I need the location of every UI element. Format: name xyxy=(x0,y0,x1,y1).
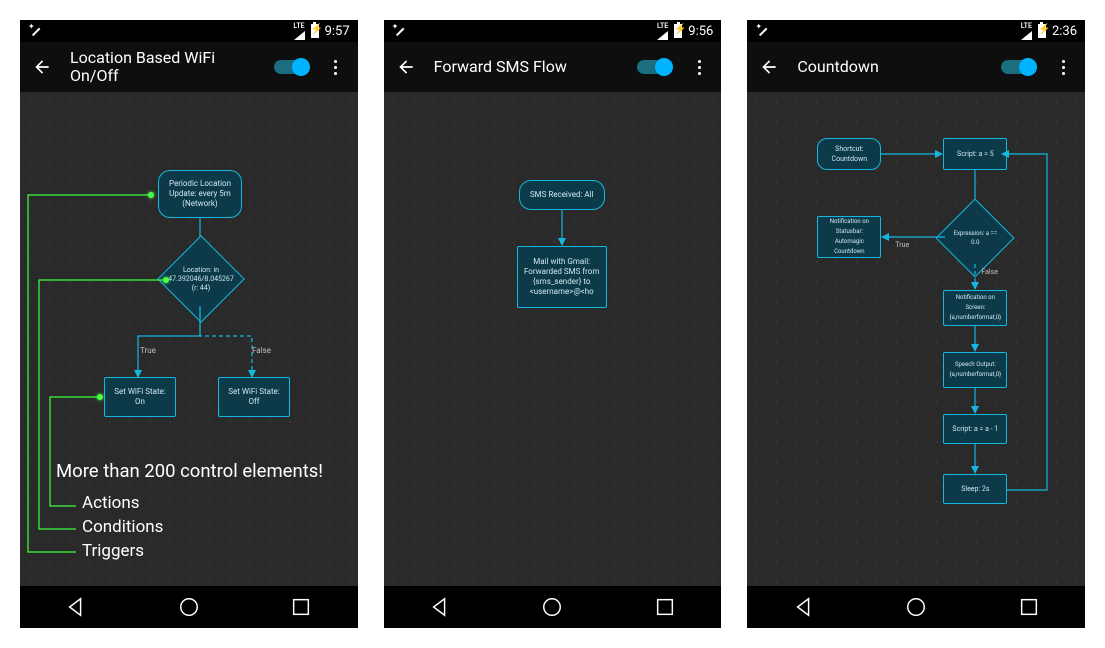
nav-recent-button[interactable] xyxy=(1018,596,1040,618)
magic-wand-icon xyxy=(755,24,769,38)
nav-recent-button[interactable] xyxy=(290,596,312,618)
phone-screen-3: LTE 2:36 Countdown Shortcut: Countdown S… xyxy=(747,20,1085,628)
flow-canvas[interactable]: Shortcut: Countdown Script: a = 5 Expres… xyxy=(747,92,1085,586)
nav-home-button[interactable] xyxy=(178,596,200,618)
nav-bar xyxy=(384,586,722,628)
magic-wand-icon xyxy=(28,24,42,38)
app-bar: Location Based WiFi On/Off xyxy=(20,42,358,92)
status-bar: LTE 9:57 xyxy=(20,20,358,42)
overflow-menu-button[interactable] xyxy=(326,57,346,77)
nav-recent-button[interactable] xyxy=(654,596,676,618)
flow-canvas[interactable]: Periodic Location Update: every 5m (Netw… xyxy=(20,92,358,586)
action-label: Mail with Gmail: Forwarded SMS from {sms… xyxy=(522,257,602,297)
clock-text: 9:56 xyxy=(688,24,713,39)
nav-home-button[interactable] xyxy=(905,596,927,618)
clock-text: 9:57 xyxy=(325,24,350,39)
app-title: Location Based WiFi On/Off xyxy=(70,49,256,85)
node-statusbar-notif[interactable]: Notification on Statusbar: Automagic Cou… xyxy=(817,216,881,258)
node-speech[interactable]: Speech Output: {a,numberformat,0} xyxy=(943,352,1007,388)
app-bar: Forward SMS Flow xyxy=(384,42,722,92)
flow-enable-toggle[interactable] xyxy=(637,60,671,74)
status-bar: LTE 2:36 xyxy=(747,20,1085,42)
nav-back-button[interactable] xyxy=(65,596,87,618)
node-script-init[interactable]: Script: a = 5 xyxy=(943,138,1007,170)
nav-home-button[interactable] xyxy=(541,596,563,618)
node-shortcut[interactable]: Shortcut: Countdown xyxy=(817,138,881,170)
battery-charging-icon xyxy=(674,24,682,38)
overflow-menu-button[interactable] xyxy=(689,57,709,77)
signal-icon: LTE xyxy=(1021,23,1032,40)
nav-bar xyxy=(747,586,1085,628)
overlay-triggers: Triggers xyxy=(82,541,144,561)
flow-enable-toggle[interactable] xyxy=(1001,60,1035,74)
status-bar: LTE 9:56 xyxy=(384,20,722,42)
app-bar: Countdown xyxy=(747,42,1085,92)
back-button[interactable] xyxy=(396,57,416,77)
nav-bar xyxy=(20,586,358,628)
phone-screen-1: LTE 9:57 Location Based WiFi On/Off Peri… xyxy=(20,20,358,628)
back-button[interactable] xyxy=(759,57,779,77)
edge-1 xyxy=(562,210,572,246)
signal-icon: LTE xyxy=(293,23,304,40)
flow-canvas[interactable]: SMS Received: All Mail with Gmail: Forwa… xyxy=(384,92,722,586)
app-title: Countdown xyxy=(797,58,983,76)
app-title: Forward SMS Flow xyxy=(434,58,620,76)
back-button[interactable] xyxy=(32,57,52,77)
node-script-dec[interactable]: Script: a = a - 1 xyxy=(943,414,1007,444)
nav-back-button[interactable] xyxy=(429,596,451,618)
phone-screen-2: LTE 9:56 Forward SMS Flow SMS Received: … xyxy=(384,20,722,628)
trigger-node[interactable]: SMS Received: All xyxy=(519,180,605,210)
overlay-heading: More than 200 control elements! xyxy=(56,460,323,482)
nav-back-button[interactable] xyxy=(793,596,815,618)
signal-icon: LTE xyxy=(657,23,668,40)
node-sleep[interactable]: Sleep: 2s xyxy=(943,474,1007,504)
overlay-conditions: Conditions xyxy=(82,517,163,537)
magic-wand-icon xyxy=(392,24,406,38)
battery-charging-icon xyxy=(1038,24,1046,38)
battery-charging-icon xyxy=(311,24,319,38)
trigger-label: SMS Received: All xyxy=(530,190,594,200)
condition-node[interactable]: Expression: a == 0.0 xyxy=(947,210,1003,266)
overlay-actions: Actions xyxy=(82,493,140,513)
overflow-menu-button[interactable] xyxy=(1053,57,1073,77)
flow-enable-toggle[interactable] xyxy=(274,60,308,74)
clock-text: 2:36 xyxy=(1052,24,1077,39)
node-screen-notif[interactable]: Notification on Screen: {a,numberformat,… xyxy=(943,290,1007,326)
action-node[interactable]: Mail with Gmail: Forwarded SMS from {sms… xyxy=(517,246,607,308)
